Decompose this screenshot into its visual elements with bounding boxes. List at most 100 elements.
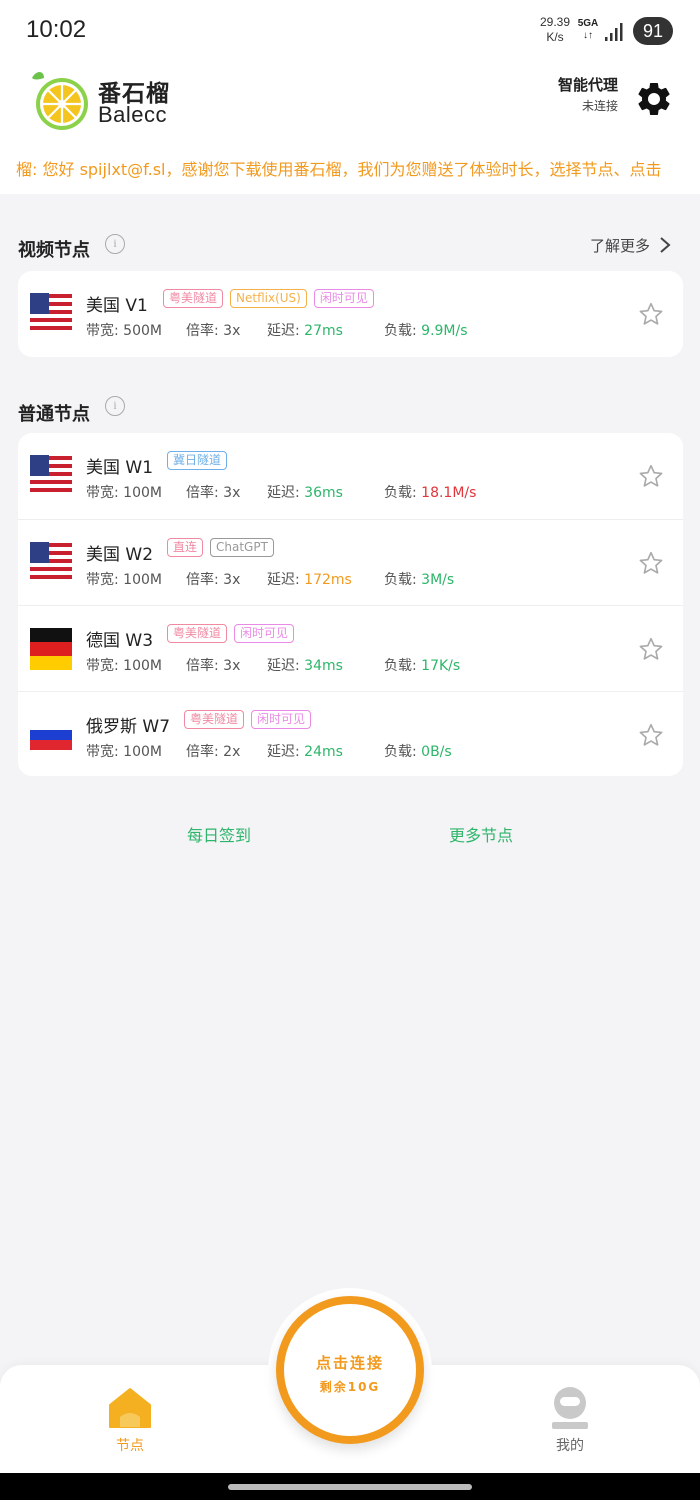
data-activity-icon: ↓↑ bbox=[583, 30, 593, 41]
latency-label: 延迟: bbox=[267, 744, 300, 760]
video-nodes-card: 美国 V1 粤美隧道 Netflix(US) 闲时可见 带宽: 500M 倍率:… bbox=[18, 271, 683, 357]
node-tag: 粤美隧道 bbox=[167, 624, 228, 643]
normal-section-title: 普通节点 bbox=[18, 404, 90, 425]
connect-label: 点击连接 bbox=[315, 1354, 384, 1372]
latency-value: 24ms bbox=[304, 744, 343, 760]
node-name: 德国 W3 bbox=[86, 631, 154, 651]
bandwidth-value: 100M bbox=[123, 744, 162, 760]
bandwidth-label: 带宽: bbox=[86, 658, 119, 674]
rate-value: 3x bbox=[223, 572, 241, 588]
status-bar: 10:02 29.39 K/s 5GA ↓↑ 91 bbox=[0, 0, 700, 62]
node-item-us-w1[interactable]: 美国 W1 冀日隧道 带宽: 100M 倍率: 3x 延迟: 36ms 负载: … bbox=[18, 433, 683, 519]
nav-tab-nodes[interactable]: 节点 bbox=[100, 1385, 160, 1455]
learn-more-link[interactable]: 了解更多 bbox=[560, 234, 676, 256]
clock: 10:02 bbox=[26, 16, 87, 43]
latency-label: 延迟: bbox=[267, 572, 300, 588]
network-type: 5GA ↓↑ bbox=[577, 18, 599, 42]
rate-value: 3x bbox=[223, 485, 241, 501]
latency-stat: 延迟: 27ms bbox=[267, 320, 343, 340]
bandwidth-stat: 带宽: 100M bbox=[86, 655, 162, 675]
favorite-star-icon[interactable] bbox=[638, 636, 664, 662]
video-section-title: 视频节点 bbox=[18, 240, 90, 261]
de-flag-icon bbox=[30, 628, 72, 670]
rate-label: 倍率: bbox=[186, 572, 219, 588]
connect-button-wrapper: 点击连接 剩余10G bbox=[268, 1288, 432, 1452]
us-flag-icon bbox=[30, 542, 72, 584]
latency-label: 延迟: bbox=[267, 323, 300, 339]
proxy-mode-title[interactable]: 智能代理 bbox=[540, 74, 618, 95]
node-name: 美国 W2 bbox=[86, 545, 154, 565]
home-gesture-bar[interactable] bbox=[228, 1484, 472, 1490]
bandwidth-label: 带宽: bbox=[86, 744, 119, 760]
favorite-star-icon[interactable] bbox=[638, 722, 664, 748]
bandwidth-value: 100M bbox=[123, 658, 162, 674]
bandwidth-label: 带宽: bbox=[86, 485, 119, 501]
normal-nodes-card: 美国 W1 冀日隧道 带宽: 100M 倍率: 3x 延迟: 36ms 负载: … bbox=[18, 433, 683, 776]
bandwidth-stat: 带宽: 100M bbox=[86, 569, 162, 589]
connect-button[interactable]: 点击连接 剩余10G bbox=[276, 1296, 424, 1444]
load-label: 负载: bbox=[384, 572, 417, 588]
node-item-us-v1[interactable]: 美国 V1 粤美隧道 Netflix(US) 闲时可见 带宽: 500M 倍率:… bbox=[18, 271, 683, 357]
battery-icon: 91 bbox=[633, 17, 673, 45]
load-label: 负载: bbox=[384, 485, 417, 501]
rate-label: 倍率: bbox=[186, 323, 219, 339]
more-nodes-link[interactable]: 更多节点 bbox=[449, 822, 513, 846]
rate-label: 倍率: bbox=[186, 485, 219, 501]
rate-value: 3x bbox=[223, 658, 241, 674]
nav-tab-me[interactable]: 我的 bbox=[540, 1385, 600, 1455]
us-flag-icon bbox=[30, 455, 72, 497]
load-stat: 负载: 17K/s bbox=[384, 655, 460, 675]
chevron-right-icon bbox=[660, 237, 671, 253]
bandwidth-value: 100M bbox=[123, 572, 162, 588]
system-nav-bar bbox=[0, 1473, 700, 1500]
node-item-de-w3[interactable]: 德国 W3 粤美隧道 闲时可见 带宽: 100M 倍率: 3x 延迟: 34ms… bbox=[18, 605, 683, 691]
nav-tab-nodes-label: 节点 bbox=[116, 1438, 144, 1454]
network-type-label: 5GA bbox=[577, 18, 599, 29]
us-flag-icon bbox=[30, 293, 72, 335]
latency-stat: 延迟: 24ms bbox=[267, 741, 343, 761]
bandwidth-stat: 带宽: 100M bbox=[86, 741, 162, 761]
nav-tab-me-label: 我的 bbox=[556, 1438, 584, 1454]
favorite-star-icon[interactable] bbox=[638, 550, 664, 576]
load-value: 9.9M/s bbox=[421, 323, 468, 339]
gear-icon[interactable] bbox=[634, 79, 674, 119]
latency-stat: 延迟: 34ms bbox=[267, 655, 343, 675]
node-tag: 冀日隧道 bbox=[167, 451, 228, 470]
network-speed: 29.39 K/s bbox=[538, 15, 572, 45]
rate-stat: 倍率: 3x bbox=[186, 320, 240, 340]
rate-label: 倍率: bbox=[186, 658, 219, 674]
node-item-ru-w7[interactable]: 俄罗斯 W7 粤美隧道 闲时可见 带宽: 100M 倍率: 2x 延迟: 24m… bbox=[18, 691, 683, 777]
load-value: 18.1M/s bbox=[421, 485, 477, 501]
bandwidth-value: 100M bbox=[123, 485, 162, 501]
rate-stat: 倍率: 3x bbox=[186, 482, 240, 502]
latency-value: 172ms bbox=[304, 572, 352, 588]
daily-checkin-link[interactable]: 每日签到 bbox=[187, 822, 251, 846]
node-tags: 粤美隧道 闲时可见 bbox=[184, 710, 312, 729]
node-tag: 闲时可见 bbox=[251, 710, 312, 729]
favorite-star-icon[interactable] bbox=[638, 463, 664, 489]
rate-stat: 倍率: 3x bbox=[186, 655, 240, 675]
load-stat: 负载: 3M/s bbox=[384, 569, 454, 589]
node-tag: 直连 bbox=[167, 538, 204, 557]
node-tag: 闲时可见 bbox=[234, 624, 295, 643]
learn-more-label: 了解更多 bbox=[589, 237, 650, 255]
load-value: 0B/s bbox=[421, 744, 452, 760]
node-tag: Netflix(US) bbox=[230, 289, 307, 308]
info-icon[interactable]: i bbox=[105, 396, 125, 416]
info-icon[interactable]: i bbox=[105, 234, 125, 254]
node-name: 美国 V1 bbox=[86, 296, 148, 316]
load-value: 17K/s bbox=[421, 658, 461, 674]
latency-stat: 延迟: 36ms bbox=[267, 482, 343, 502]
node-item-us-w2[interactable]: 美国 W2 直连 ChatGPT 带宽: 100M 倍率: 3x 延迟: 172… bbox=[18, 519, 683, 605]
node-tags: 冀日隧道 bbox=[167, 451, 228, 470]
announcement-marquee: 榴: 您好 spijlxt@f.sl，感谢您下载使用番石榴，我们为您赠送了体验时… bbox=[0, 158, 700, 182]
ru-flag-icon bbox=[30, 720, 72, 750]
latency-label: 延迟: bbox=[267, 658, 300, 674]
latency-value: 34ms bbox=[304, 658, 343, 674]
latency-value: 36ms bbox=[304, 485, 343, 501]
favorite-star-icon[interactable] bbox=[638, 301, 664, 327]
node-tag: 粤美隧道 bbox=[184, 710, 245, 729]
rate-stat: 倍率: 3x bbox=[186, 569, 240, 589]
bandwidth-label: 带宽: bbox=[86, 323, 119, 339]
signal-icon bbox=[605, 23, 623, 41]
